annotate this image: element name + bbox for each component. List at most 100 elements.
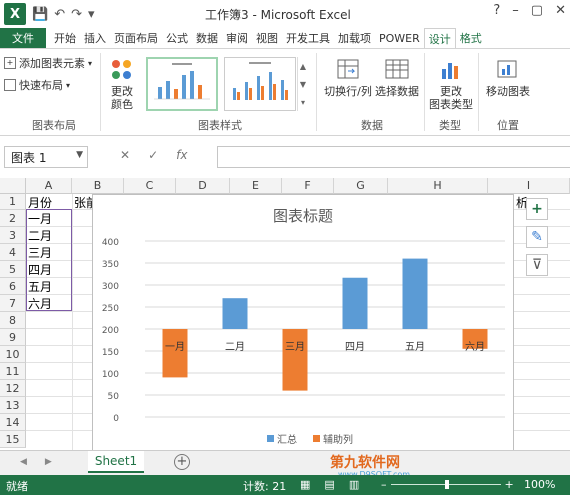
zoom-track[interactable] (390, 480, 501, 489)
sheet-prev-icon[interactable]: ◀ (20, 457, 27, 467)
chart-legend[interactable]: 汇总 辅助列 (267, 433, 353, 446)
legend-swatch (267, 435, 274, 442)
row-header[interactable]: 6 (0, 278, 26, 295)
tab-design[interactable]: 设计 (423, 28, 456, 48)
column-header-f[interactable]: F (282, 178, 334, 194)
undo-icon[interactable]: ↶ (54, 7, 65, 22)
chart-elements-icon[interactable]: + (526, 198, 548, 220)
chevron-down-icon: ▾ (66, 80, 71, 90)
row-header[interactable]: 8 (0, 312, 26, 329)
switch-row-column-button[interactable]: 切换行/列 (322, 57, 374, 98)
help-button[interactable]: ? (493, 3, 500, 18)
row-header[interactable]: 11 (0, 363, 26, 380)
restore-button[interactable]: ▢ (531, 3, 543, 18)
column-header-b[interactable]: B (72, 178, 124, 194)
row-header[interactable]: 5 (0, 261, 26, 278)
tab-power[interactable]: POWER (375, 28, 424, 48)
row-header[interactable]: 10 (0, 346, 26, 363)
y-tick-label: 300 (102, 282, 119, 292)
legend-label: 汇总 (277, 433, 297, 446)
select-data-label: 选择数据 (375, 85, 419, 98)
insert-function-icon[interactable]: fx (176, 148, 187, 162)
chevron-down-icon[interactable]: ▼ (76, 150, 83, 160)
select-all-corner[interactable] (0, 178, 26, 194)
row-header[interactable]: 13 (0, 397, 26, 414)
row-header[interactable]: 15 (0, 431, 26, 448)
cancel-formula-icon[interactable]: ✕ (120, 148, 130, 162)
close-button[interactable]: ✕ (555, 3, 566, 18)
bar-helper[interactable] (162, 329, 188, 378)
change-colors-button[interactable]: 更改 颜色 (104, 57, 140, 111)
add-chart-element-button[interactable]: + 添加图表元素 ▾ (4, 55, 92, 71)
style-gallery-scroll[interactable]: ▲ ▼ ▾ (297, 57, 308, 111)
ribbon: + 添加图表元素 ▾ 快速布局 ▾ 图表布局 更改 颜色 ▲ ▼ ▾ 图表样式 … (0, 48, 570, 136)
chart-title[interactable]: 图表标题 (273, 207, 333, 225)
chart-styles-icon[interactable]: ✎ (526, 226, 548, 248)
tab-insert[interactable]: 插入 (80, 28, 110, 48)
column-header-a[interactable]: A (26, 178, 72, 194)
sheet-next-icon[interactable]: ▶ (45, 457, 52, 467)
row-header[interactable]: 12 (0, 380, 26, 397)
row-header[interactable]: 14 (0, 414, 26, 431)
add-chart-element-icon: + (4, 57, 16, 69)
column-header-d[interactable]: D (176, 178, 230, 194)
chart[interactable]: 图表标题 400 350 300 250 200 150 100 50 0 一月 二月 三月 四月 五月… (92, 194, 514, 455)
page-layout-view-icon[interactable]: ▤ (324, 478, 334, 491)
chart-style-thumbnail-2[interactable] (224, 57, 296, 111)
customize-toolbar-icon[interactable]: ▾ (88, 7, 95, 22)
formula-input[interactable] (217, 146, 570, 168)
bar-total[interactable] (222, 298, 248, 329)
add-sheet-icon[interactable]: + (174, 454, 190, 470)
column-header-e[interactable]: E (230, 178, 282, 194)
column-header-g[interactable]: G (334, 178, 388, 194)
tab-formulas[interactable]: 公式 (162, 28, 192, 48)
column-header-i[interactable]: I (488, 178, 570, 194)
page-break-view-icon[interactable]: ▥ (349, 478, 359, 491)
gallery-more-icon[interactable]: ▾ (301, 98, 305, 107)
row-header[interactable]: 1 (0, 194, 26, 210)
sheet-tab-sheet1[interactable]: Sheet1 (88, 451, 144, 473)
minimize-button[interactable]: – (512, 3, 519, 18)
tab-addins[interactable]: 加载项 (334, 28, 375, 48)
bar-total[interactable] (402, 258, 428, 329)
tab-developer[interactable]: 开发工具 (282, 28, 334, 48)
normal-view-icon[interactable]: ▦ (300, 478, 310, 491)
chart-style-thumbnail-1[interactable] (146, 57, 218, 111)
zoom-out-icon[interactable]: – (381, 478, 387, 491)
quick-layout-button[interactable]: 快速布局 ▾ (4, 77, 70, 93)
redo-icon[interactable]: ↷ (71, 7, 82, 22)
cell-b1[interactable]: 张前 (72, 194, 92, 211)
row-header[interactable]: 9 (0, 329, 26, 346)
scroll-down-icon[interactable]: ▼ (300, 80, 306, 89)
tab-data[interactable]: 数据 (192, 28, 222, 48)
save-icon[interactable]: 💾 (32, 7, 48, 22)
zoom-in-icon[interactable]: + (505, 478, 514, 491)
column-header-h[interactable]: H (388, 178, 488, 194)
zoom-thumb[interactable] (444, 480, 449, 489)
row-header[interactable]: 3 (0, 227, 26, 244)
category-label: 四月 (345, 341, 365, 353)
select-data-button[interactable]: 选择数据 (374, 57, 420, 98)
add-chart-element-label: 添加图表元素 (19, 57, 85, 70)
chart-filter-icon[interactable]: ⊽ (526, 254, 548, 276)
enter-formula-icon[interactable]: ✓ (148, 148, 158, 162)
zoom-slider[interactable]: – + (381, 478, 514, 491)
tab-page-layout[interactable]: 页面布局 (110, 28, 162, 48)
bar-total[interactable] (342, 277, 368, 329)
move-chart-button[interactable]: 移动图表 (482, 57, 534, 98)
tab-format[interactable]: 格式 (456, 28, 486, 48)
tab-file[interactable]: 文件 (0, 28, 46, 48)
scroll-up-icon[interactable]: ▲ (300, 62, 306, 71)
bar-helper[interactable] (282, 329, 308, 391)
change-chart-type-button[interactable]: 更改 图表类型 (428, 57, 474, 111)
tab-review[interactable]: 审阅 (222, 28, 252, 48)
zoom-percent[interactable]: 100% (524, 478, 555, 491)
row-header[interactable]: 7 (0, 295, 26, 312)
row-header[interactable]: 4 (0, 244, 26, 261)
column-header-c[interactable]: C (124, 178, 176, 194)
change-chart-type-icon (442, 63, 458, 79)
tab-view[interactable]: 视图 (252, 28, 282, 48)
tab-home[interactable]: 开始 (50, 28, 80, 48)
row-header[interactable]: 2 (0, 210, 26, 227)
name-box[interactable]: 图表 1 ▼ (4, 146, 88, 168)
